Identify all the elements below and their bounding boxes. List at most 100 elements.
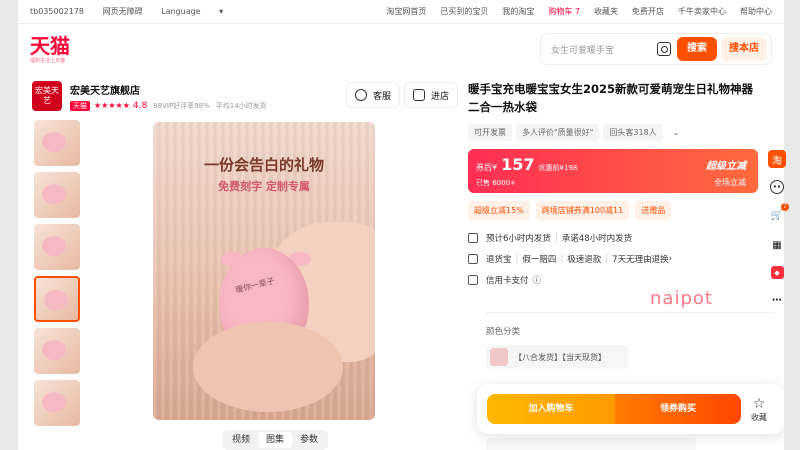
search-input[interactable]: 女生可爱暖手宝 — [551, 43, 657, 56]
search-bar: 女生可爱暖手宝 搜索 搜本店 — [540, 33, 772, 65]
service-info: 预计6小时内发货 | 承诺48小时内发货 退货宝 | 假一赔四 | 极速退款 |… — [468, 232, 758, 286]
credit-card-icon — [468, 275, 478, 285]
price-label: 券后¥ — [476, 163, 498, 172]
shop-meta: 天猫 ★★★★★ 4.8 88VIP好评率98% 平均14小时发货 — [70, 100, 267, 111]
guarantee-4: 7天无理由退换 — [612, 255, 669, 265]
star-rating-icon: ★★★★★ — [94, 101, 130, 110]
nav-favorites[interactable]: 收藏夹 — [594, 6, 618, 17]
search-store-button[interactable]: 搜本店 — [721, 37, 767, 61]
subtag-invoice[interactable]: 可开发票 — [468, 124, 512, 141]
thumbnail-5[interactable] — [34, 328, 80, 374]
language-dropdown[interactable]: Language ▾ — [161, 7, 223, 16]
nav-home[interactable]: 淘宝网首页 — [386, 6, 426, 17]
shop-name[interactable]: 宏美天艺旗舰店 — [70, 82, 267, 97]
sold-count: 已售 6000+ — [476, 179, 516, 187]
divider — [486, 312, 774, 313]
promo-subtitle: 全场立减 — [714, 178, 746, 187]
sku-option-2[interactable] — [486, 438, 696, 450]
customer-service-button[interactable]: 客服 — [346, 82, 401, 108]
coupon-2[interactable]: 跨境店铺券满100减11 — [535, 201, 630, 220]
enter-shop-button[interactable]: 进店 — [404, 82, 459, 108]
tab-video[interactable]: 视频 — [224, 432, 258, 448]
guarantee-3: 极速退款 — [567, 255, 602, 265]
sku-option[interactable]: 【八合发货】【当天现货】 — [486, 345, 628, 369]
shop-logo[interactable]: 宏美天艺 — [32, 81, 62, 111]
language-label: Language — [161, 7, 201, 16]
credit-card-label: 信用卡支付 — [486, 276, 529, 286]
ship-estimate: 预计6小时内发货 — [486, 234, 551, 244]
gallery-tabs: 视频 图集 参数 — [222, 430, 329, 450]
shop-ship-time: 平均14小时发货 — [215, 101, 267, 110]
nav-my-taobao[interactable]: 我的淘宝 — [502, 6, 534, 17]
price-value: 157 — [501, 155, 535, 174]
tab-params[interactable]: 参数 — [292, 432, 326, 448]
enter-shop-label: 进店 — [431, 91, 450, 102]
camera-icon[interactable] — [657, 42, 671, 56]
coupon-3[interactable]: 送赠品 — [635, 201, 672, 220]
thumbnail-4[interactable] — [34, 276, 80, 322]
more-icon[interactable]: ⋯ — [768, 291, 786, 309]
nav-cart[interactable]: 购物车 7 — [548, 6, 580, 17]
promo-title: 超级立减 — [706, 161, 746, 172]
chevron-right-icon: › — [668, 254, 672, 264]
chat-icon — [355, 89, 367, 101]
red-packet-icon[interactable]: ◆ — [770, 266, 784, 279]
search-button[interactable]: 搜索 — [677, 37, 717, 61]
accessibility-link[interactable]: 网页无障碍 — [103, 7, 143, 16]
nav-seller-center[interactable]: 千牛卖家中心 — [678, 6, 726, 17]
shop-info: 宏美天艺旗舰店 天猫 ★★★★★ 4.8 88VIP好评率98% 平均14小时发… — [70, 82, 267, 111]
logo-text: 天猫 — [30, 33, 70, 58]
cart-badge: 7 — [781, 203, 789, 211]
thumbnail-3[interactable] — [34, 224, 80, 270]
thumbnail-2[interactable] — [34, 172, 80, 218]
shop-bar: 宏美天艺 宏美天艺旗舰店 天猫 ★★★★★ 4.8 88VIP好评率98% 平均… — [32, 80, 468, 112]
nav-bought[interactable]: 已买到的宝贝 — [440, 6, 488, 17]
tab-gallery[interactable]: 图集 — [258, 432, 293, 448]
original-price: 优惠前¥198 — [538, 164, 578, 172]
thumbnail-1[interactable] — [34, 120, 80, 166]
hand-shape-lower — [193, 322, 343, 412]
buy-now-button[interactable]: 领券购买 — [615, 394, 741, 424]
subtag-repeat[interactable]: 回头客318人 — [603, 124, 663, 141]
grid-icon[interactable]: ▦ — [768, 236, 786, 254]
thumbnail-6[interactable] — [34, 380, 80, 426]
add-to-cart-button[interactable]: 加入购物车 — [487, 394, 615, 424]
site-nav: tb035002178 网页无障碍 Language ▾ 淘宝网首页 已买到的宝… — [18, 0, 784, 24]
product-info: 暖手宝充电暖宝宝女生2025新款可爱萌宠生日礼物神器二合一热水袋 可开发票 多人… — [468, 80, 758, 295]
favorite-button[interactable]: ☆ 收藏 — [751, 396, 767, 423]
shield-icon — [468, 254, 478, 264]
main-product-image[interactable]: 一份会告白的礼物 免费刻字 定制专属 暖你一辈子 — [153, 122, 375, 420]
nav-free-shop[interactable]: 免费开店 — [632, 6, 664, 17]
customer-service-label: 客服 — [373, 91, 392, 102]
chevron-down-icon[interactable]: ⌄ — [667, 125, 686, 140]
favorite-label: 收藏 — [751, 412, 767, 422]
guarantee-2: 假一赔四 — [522, 255, 557, 265]
shipping-line: 预计6小时内发货 | 承诺48小时内发货 — [468, 232, 758, 244]
browser-window: tb035002178 网页无障碍 Language ▾ 淘宝网首页 已买到的宝… — [18, 0, 784, 450]
cart-icon[interactable]: 🛒 7 — [768, 203, 789, 224]
tmall-logo[interactable]: 天猫 理想生活上天猫 — [30, 35, 110, 64]
color-label: 颜色分类 — [486, 327, 521, 337]
payment-line: 信用卡支付 ⓘ — [468, 274, 758, 286]
product-subtags: 可开发票 多人评价"质量很好" 回头客318人 ⌄ — [468, 124, 758, 141]
image-subline: 免费刻字 定制专属 — [218, 180, 310, 193]
nav-help[interactable]: 帮助中心 — [740, 6, 772, 17]
logo-tagline: 理想生活上天猫 — [30, 57, 66, 64]
ship-promise: 承诺48小时内发货 — [561, 234, 633, 244]
user-link[interactable]: tb035002178 — [30, 7, 84, 16]
info-icon[interactable]: ⓘ — [533, 274, 542, 286]
truck-icon — [468, 233, 478, 243]
coupon-1[interactable]: 超级立减15% — [468, 201, 530, 220]
sku-thumbnail — [490, 348, 508, 366]
brand-watermark: naipot — [650, 288, 713, 309]
header: 天猫 理想生活上天猫 女生可爱暖手宝 搜索 搜本店 — [18, 24, 784, 74]
price-banner: 券后¥ 157 优惠前¥198 已售 6000+ 超级立减 全场立减 — [468, 149, 758, 193]
right-sidebar: 淘 •• 🛒 7 ▦ ◆ ⋯ — [766, 150, 789, 321]
subtag-review[interactable]: 多人评价"质量很好" — [516, 124, 600, 141]
bottle-engraving: 暖你一辈子 — [234, 276, 276, 295]
shop-rating: 4.8 — [132, 100, 148, 111]
product-title: 暖手宝充电暖宝宝女生2025新款可爱萌宠生日礼物神器二合一热水袋 — [468, 82, 754, 114]
taobao-icon[interactable]: 淘 — [768, 150, 786, 168]
guarantee-line[interactable]: 退货宝 | 假一赔四 | 极速退款 | 7天无理由退换 › — [468, 253, 758, 265]
service-face-icon[interactable]: •• — [770, 180, 784, 194]
